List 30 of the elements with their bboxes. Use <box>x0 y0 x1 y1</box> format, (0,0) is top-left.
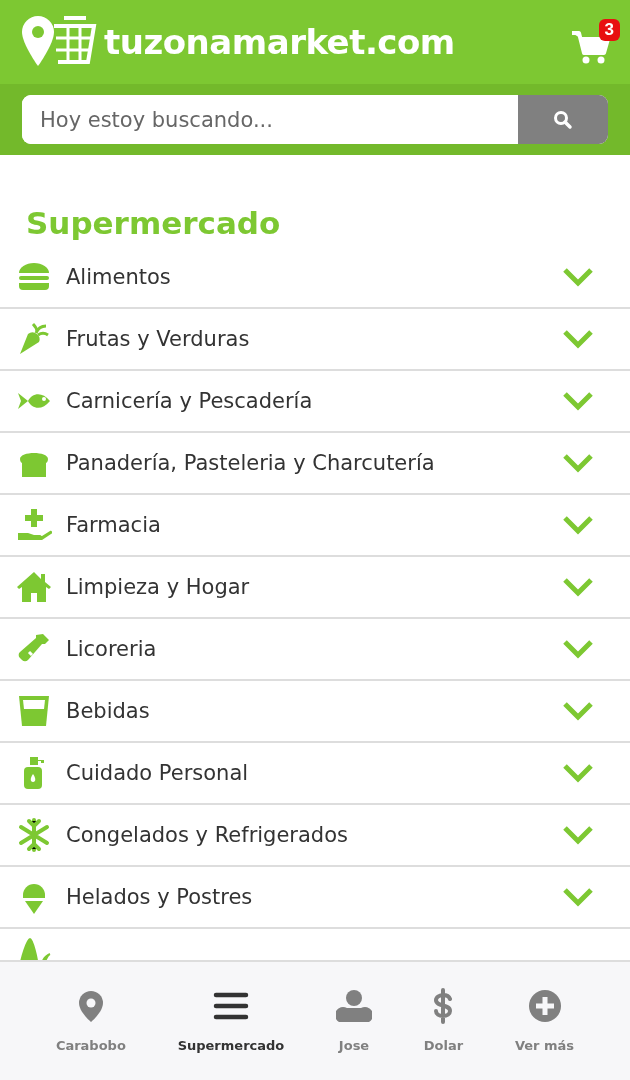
category-row[interactable]: Frutas y Verduras <box>0 309 630 371</box>
category-label: Bebidas <box>66 699 151 723</box>
category-row[interactable]: Helados y Postres <box>0 867 630 929</box>
category-label: Congelados y Refrigerados <box>66 823 349 847</box>
category-row[interactable]: Alimentos <box>0 247 630 309</box>
category-row[interactable]: Congelados y Refrigerados <box>0 805 630 867</box>
category-row[interactable]: Farmacia <box>0 495 630 557</box>
section-title: Supermercado <box>26 205 282 241</box>
category-row[interactable]: Limpieza y Hogar <box>0 557 630 619</box>
category-label: Helados y Postres <box>66 885 254 909</box>
category-label: Farmacia <box>66 513 162 537</box>
nav-tab[interactable]: Jose <box>330 962 379 1080</box>
nav-tab[interactable]: Carabobo <box>49 962 132 1080</box>
category-row[interactable]: Panadería, Pasteleria y Charcutería <box>0 433 630 495</box>
category-label: Carnicería y Pescadería <box>66 389 314 413</box>
category-label: Licoreria <box>66 637 158 661</box>
category-row[interactable]: Carnicería y Pescadería <box>0 371 630 433</box>
category-row[interactable]: Bebidas <box>0 681 630 743</box>
category-row[interactable]: Licoreria <box>0 619 630 681</box>
category-label: Limpieza y Hogar <box>66 575 251 599</box>
nav-tab[interactable]: Dolar <box>417 962 470 1080</box>
search-field[interactable]: Hoy estoy buscando... <box>22 95 608 144</box>
category-row[interactable]: Cuidado Personal <box>0 743 630 805</box>
category-label: Panadería, Pasteleria y Charcutería <box>66 451 436 475</box>
category-label: Frutas y Verduras <box>66 327 251 351</box>
category-label: Alimentos <box>66 265 172 289</box>
cart-count-badge: 3 <box>598 19 620 41</box>
nav-tab[interactable]: Supermercado <box>171 962 291 1080</box>
nav-tab[interactable]: Ver más <box>508 962 581 1080</box>
category-label: Cuidado Personal <box>66 761 250 785</box>
